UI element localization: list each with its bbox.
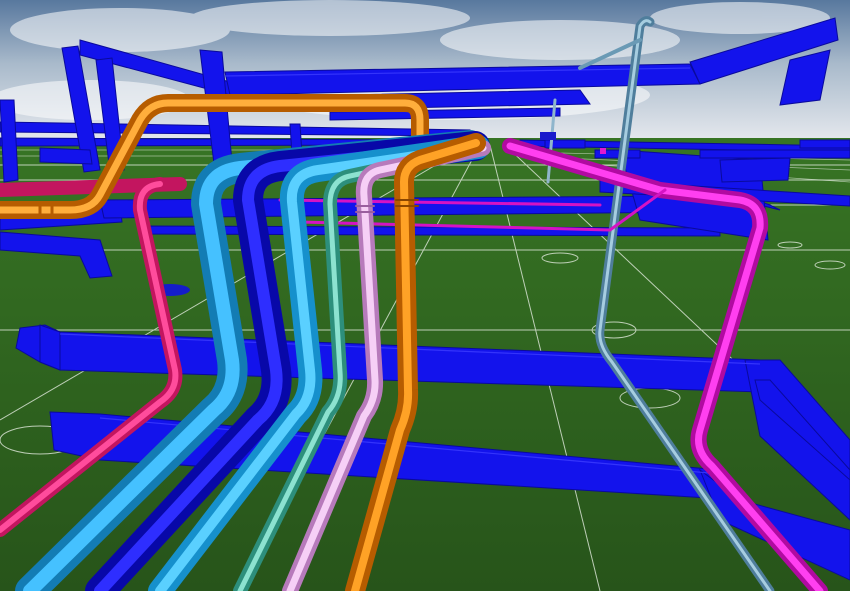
3d-pipe-rack-viewport[interactable] [0, 0, 850, 591]
pipe-rack-scene[interactable] [0, 0, 850, 591]
